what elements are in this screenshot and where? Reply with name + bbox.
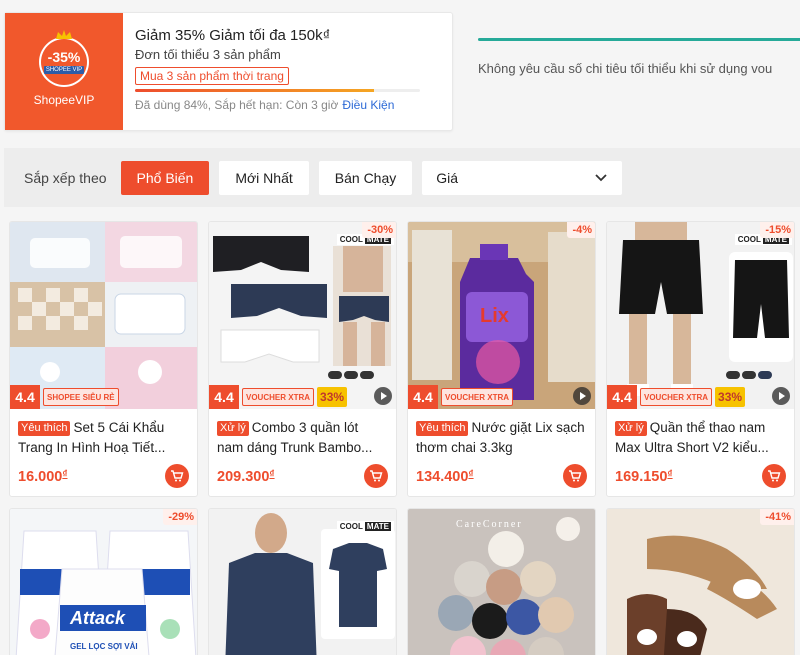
discount-badge: -30% [362, 222, 396, 238]
product-image: Attack GEL LỌC SỢI VẢI -29% [10, 509, 197, 655]
favorite-tag: Yêu thích [18, 421, 71, 436]
price-currency: ₫ [667, 469, 673, 480]
voucher-badge-tag: SHOPEE VIP [43, 65, 85, 74]
product-image: -41% [607, 509, 794, 655]
product-image: CareCorner [408, 509, 595, 655]
sort-label: Sắp xếp theo [24, 169, 107, 186]
product-image: COOL MATE [209, 509, 396, 655]
promo-strip: 4.4 SHOPEE SIÊU RẺ [10, 385, 197, 409]
sort-bar: Sắp xếp theo Phổ Biến Mới Nhất Bán Chạy … [4, 148, 800, 207]
product-image: COOL MATE -30% 4.4 VOUCHER XTRA 33% [209, 222, 396, 409]
voucher-details: Giảm 35% Giảm tối đa 150k₫ Đơn tối thiểu… [123, 13, 452, 130]
chevron-down-icon [595, 173, 607, 181]
voucher-usage-bar [135, 89, 420, 92]
price-value: 209.300 [217, 469, 270, 485]
price-currency: ₫ [62, 469, 68, 480]
product-card[interactable]: CareCorner [407, 508, 596, 655]
promo-44-badge: 4.4 [209, 385, 239, 409]
brand-logo: COOL MATE [336, 521, 394, 532]
product-title[interactable]: Yêu thích Nước giặt Lix sạch thơm chai 3.… [416, 418, 587, 458]
voucher-terms-link[interactable]: Điều Kiện [342, 98, 394, 112]
sort-bestseller-button[interactable]: Bán Chạy [318, 160, 413, 195]
product-title[interactable]: Xử lý Quần thể thao nam Max Ultra Short V… [615, 418, 786, 458]
product-card[interactable]: COOL MATE -30% 4.4 VOUCHER XTRA 33% Xử l… [208, 221, 397, 497]
crown-icon [56, 29, 72, 39]
attack-logo: Attack [69, 608, 126, 628]
shopee-vip-badge: -35% SHOPEE VIP [39, 29, 89, 87]
product-card[interactable]: COOL MATE -15% 4.4 VOUCHER XTRA 33% Xử l… [606, 221, 795, 497]
product-card[interactable]: Attack GEL LỌC SỢI VẢI -29% [9, 508, 198, 655]
product-title[interactable]: Xử lý Combo 3 quần lót nam dáng Trunk Bam… [217, 418, 388, 458]
attack-sub: GEL LỌC SỢI VẢI [70, 642, 138, 651]
promo-44-badge: 4.4 [607, 385, 637, 409]
promo-pill: VOUCHER XTRA [640, 388, 713, 406]
product-image: Lix -4% 4.4 VOUCHER XTRA [408, 222, 595, 409]
promo-pill: SHOPEE SIÊU RẺ [43, 388, 119, 406]
discount-badge: -4% [567, 222, 595, 238]
voucher-card[interactable]: -35% SHOPEE VIP ShopeeVIP Giảm 35% Giảm … [4, 12, 453, 131]
color-swatches [328, 371, 374, 379]
price-value: 134.400 [416, 469, 469, 485]
voucher-title: Giảm 35% Giảm tối đa 150k₫ [135, 27, 331, 44]
lix-logo: Lix [480, 305, 509, 327]
discount-badge: -29% [163, 509, 197, 525]
play-video-icon[interactable] [772, 387, 790, 405]
price-sort-label: Giá [436, 169, 459, 186]
promo-44-badge: 4.4 [10, 385, 40, 409]
promo-33-badge: 33% [317, 387, 348, 407]
handling-tag: Xử lý [615, 421, 647, 436]
price-currency: ₫ [269, 469, 275, 480]
promo-33-badge: 33% [715, 387, 746, 407]
promo-strip: 4.4 VOUCHER XTRA 33% [209, 385, 396, 409]
product-card[interactable]: 4.4 SHOPEE SIÊU RẺ Yêu thích Set 5 Cái Kh… [9, 221, 198, 497]
favorite-tag: Yêu thích [416, 421, 469, 436]
voucher-brand: ShopeeVIP [33, 92, 95, 107]
promo-strip: 4.4 VOUCHER XTRA 33% [607, 385, 794, 409]
promo-pill: VOUCHER XTRA [441, 388, 514, 406]
sort-popular-button[interactable]: Phổ Biến [120, 160, 210, 195]
price-value: 169.150 [615, 469, 668, 485]
voucher-usage-fill [135, 89, 375, 92]
voucher-condition-chip: Mua 3 sản phẩm thời trang [135, 67, 289, 85]
price-value: 16.000 [18, 469, 63, 485]
info-accent-bar [478, 38, 800, 41]
promo-pill: VOUCHER XTRA [242, 388, 315, 406]
carecorner-logo: CareCorner [456, 519, 523, 530]
handling-tag: Xử lý [217, 421, 249, 436]
product-card[interactable]: Lix -4% 4.4 VOUCHER XTRA Yêu thích Nước g… [407, 221, 596, 497]
discount-badge: -41% [760, 509, 794, 525]
play-video-icon[interactable] [374, 387, 392, 405]
cart-icon[interactable] [364, 464, 388, 488]
sort-newest-button[interactable]: Mới Nhất [219, 160, 309, 195]
cart-icon[interactable] [762, 464, 786, 488]
product-price: 134.400₫ [416, 469, 474, 485]
cart-icon[interactable] [165, 464, 189, 488]
voucher-logo-panel: -35% SHOPEE VIP ShopeeVIP [5, 13, 123, 130]
product-price: 209.300₫ [217, 469, 275, 485]
product-price: 16.000₫ [18, 469, 68, 485]
promo-strip: 4.4 VOUCHER XTRA [408, 385, 595, 409]
info-text: Không yêu cầu số chi tiêu tối thiểu khi … [478, 61, 773, 76]
product-price: 169.150₫ [615, 469, 673, 485]
product-card[interactable]: COOL MATE [208, 508, 397, 655]
voucher-usage-text: Đã dùng 84%, Sắp hết hạn: Còn 3 giờ [135, 98, 339, 112]
price-sort-select[interactable]: Giá [422, 160, 623, 195]
product-title[interactable]: Yêu thích Set 5 Cái Khẩu Trang In Hình Ho… [18, 418, 189, 458]
play-video-icon[interactable] [573, 387, 591, 405]
voucher-min-order: Đơn tối thiểu 3 sản phẩm [135, 47, 281, 62]
product-card[interactable]: -41% [606, 508, 795, 655]
cart-icon[interactable] [563, 464, 587, 488]
product-image: COOL MATE -15% 4.4 VOUCHER XTRA 33% [607, 222, 794, 409]
discount-badge: -15% [760, 222, 794, 238]
color-swatches [726, 371, 772, 379]
voucher-meta: Đã dùng 84%, Sắp hết hạn: Còn 3 giờ Điều … [135, 98, 452, 112]
product-image: 4.4 SHOPEE SIÊU RẺ [10, 222, 197, 409]
promo-44-badge: 4.4 [408, 385, 438, 409]
voucher-percent: -35% [47, 48, 81, 65]
price-currency: ₫ [468, 469, 474, 480]
